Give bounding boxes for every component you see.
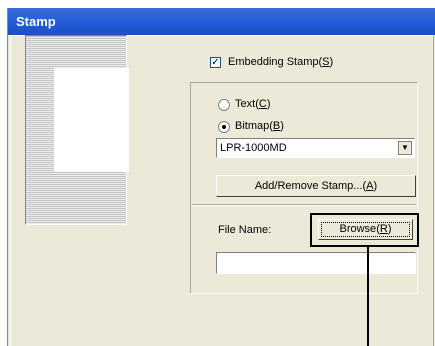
bitmap-radio-label: Bitmap(B) xyxy=(235,120,284,132)
bitmap-stamp-dropdown[interactable]: LPR-1000MD ▼ xyxy=(216,138,415,158)
group-divider xyxy=(192,204,416,206)
text-radio-label: Text(C) xyxy=(235,98,271,110)
dropdown-arrow-icon[interactable]: ▼ xyxy=(398,141,412,155)
file-name-label: File Name: xyxy=(218,224,272,236)
bitmap-radio[interactable] xyxy=(218,121,230,133)
embedding-stamp-checkbox[interactable]: ✓ xyxy=(210,57,221,68)
page-preview-sheet xyxy=(54,68,129,172)
bitmap-stamp-value: LPR-1000MD xyxy=(220,142,287,154)
text-radio[interactable] xyxy=(218,99,230,111)
embedding-stamp-label: Embedding Stamp(S) xyxy=(228,56,334,68)
window-title: Stamp xyxy=(16,14,56,29)
add-remove-stamp-button[interactable]: Add/Remove Stamp...(A) xyxy=(216,175,416,197)
file-name-input[interactable] xyxy=(216,252,416,274)
title-bar: Stamp xyxy=(8,8,435,35)
browse-button[interactable]: Browse(R) xyxy=(318,219,413,240)
callout-leader-line xyxy=(367,247,369,346)
stamp-preview xyxy=(25,35,129,225)
